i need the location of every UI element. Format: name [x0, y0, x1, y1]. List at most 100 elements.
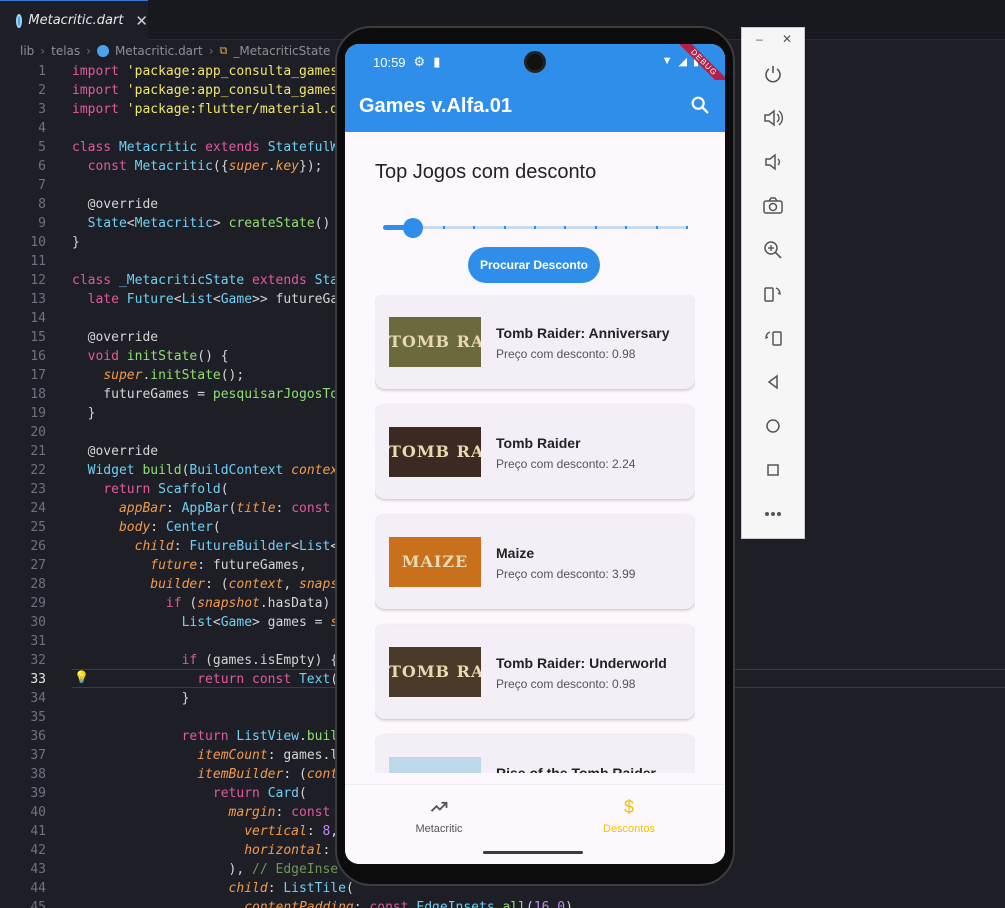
breadcrumb-folder-telas[interactable]: telas [51, 44, 80, 58]
code-token: contex [291, 463, 339, 478]
code-token: import [72, 64, 127, 79]
chevron-right-icon: › [40, 44, 46, 58]
rotate-right-button[interactable] [759, 324, 787, 352]
code-token: child [228, 881, 268, 896]
code-token: contentPadding [244, 900, 354, 908]
code-token: class [72, 273, 119, 288]
code-token: > games = [252, 615, 331, 630]
minimize-button[interactable]: – [756, 32, 763, 46]
volume-down-button[interactable] [759, 148, 787, 176]
game-thumbnail: TOMB RAIDER [389, 427, 481, 477]
code-token: itemCount [197, 748, 268, 763]
rotate-left-button[interactable] [759, 280, 787, 308]
code-token: Card [267, 786, 299, 801]
discount-slider[interactable] [383, 218, 688, 238]
code-token: . [299, 729, 307, 744]
code-token: _MetacriticState [118, 273, 253, 288]
game-card[interactable]: Rise of the Tomb Raider [375, 735, 695, 773]
code-token: late [87, 292, 127, 307]
line-number: 17 [30, 368, 46, 383]
code-token: State [87, 216, 127, 231]
game-price: Preço com desconto: 0.98 [496, 677, 636, 691]
editor-tab[interactable]: Metacritic.dart ✕ [0, 0, 148, 40]
nav-item-descontos[interactable]: $ Descontos [559, 797, 699, 835]
breadcrumb-file[interactable]: Metacritic.dart [115, 44, 203, 58]
slider-tick [655, 226, 658, 229]
search-discount-button[interactable]: Procurar Desconto [468, 247, 600, 283]
back-button[interactable] [759, 368, 787, 396]
code-token: snapshot [197, 596, 260, 611]
slider-tick [442, 226, 445, 229]
home-indicator[interactable] [483, 851, 583, 854]
code-token: pesquisarJogosTo [212, 387, 339, 402]
code-token: < [291, 539, 299, 554]
breadcrumb-symbol[interactable]: _MetacriticState [233, 44, 330, 58]
code-token: ListView [236, 729, 299, 744]
nav-item-metacritic[interactable]: Metacritic [369, 797, 509, 835]
game-card[interactable]: TOMB RAIDER Tomb Raider: Underworld Preço … [375, 625, 695, 719]
game-title: Tomb Raider [496, 435, 581, 451]
home-button[interactable] [759, 412, 787, 440]
code-token: @override [72, 330, 159, 345]
code-token: cont [306, 767, 339, 782]
slider-tick [594, 226, 597, 229]
code-token: . [494, 900, 503, 908]
code-token: return [181, 729, 237, 744]
code-token: FutureBuilder [189, 539, 292, 554]
games-list[interactable]: TOMB RAIDER Tomb Raider: Anniversary Preço… [375, 295, 695, 773]
code-token: : [306, 824, 323, 839]
code-token: appBar [118, 501, 166, 516]
line-number: 32 [30, 653, 46, 668]
line-number: 28 [30, 577, 46, 592]
close-button[interactable]: ✕ [782, 32, 792, 46]
code-token: ( [525, 900, 534, 908]
game-card[interactable]: TOMB RAIDER Tomb Raider Preço com desconto… [375, 405, 695, 499]
game-card[interactable]: TOMB RAIDER Tomb Raider: Anniversary Preço… [375, 295, 695, 389]
emulator-toolbar: – ✕ [741, 27, 805, 539]
code-token: all [502, 900, 526, 908]
breadcrumb-folder-lib[interactable]: lib [20, 44, 34, 58]
more-button[interactable] [759, 500, 787, 528]
code-token: Center [165, 520, 213, 535]
class-symbol-icon: ⧉ [219, 44, 228, 57]
line-number: 8 [38, 197, 46, 212]
game-card[interactable]: MAIZE Maize Preço com desconto: 3.99 [375, 515, 695, 609]
code-token: buil [306, 729, 339, 744]
code-token: AppBar [181, 501, 229, 516]
code-token: return [212, 786, 268, 801]
rotate-left-icon [764, 287, 781, 302]
line-number: 38 [30, 767, 46, 782]
close-tab-icon[interactable]: ✕ [135, 12, 148, 30]
volume-up-button[interactable] [759, 104, 787, 132]
power-button[interactable] [759, 60, 787, 88]
game-price: Preço com desconto: 0.98 [496, 347, 636, 361]
search-icon[interactable] [689, 94, 711, 116]
code-token: ( [212, 520, 221, 535]
line-number: 42 [30, 843, 46, 858]
code-token: : [165, 501, 182, 516]
line-number: 33 [30, 672, 46, 687]
nav-label-metacritic: Metacritic [415, 823, 463, 835]
code-token: import [72, 83, 127, 98]
screenshot-button[interactable] [759, 192, 787, 220]
code-token: initState [126, 349, 198, 364]
line-number: 36 [30, 729, 46, 744]
zoom-button[interactable] [759, 236, 787, 264]
overview-button[interactable] [759, 456, 787, 484]
code-token: Metacritic [134, 216, 213, 231]
line-number: 31 [30, 634, 46, 649]
code-line: contentPadding: const EdgeInsets.all(16.… [72, 898, 1005, 908]
slider-tick [534, 226, 536, 229]
phone-screen: 10:59 ⚙ ▮ ▼ ◢ ▮ DEBUG Games v.Alfa.01 To… [345, 44, 725, 864]
code-token: > [212, 216, 229, 231]
code-token: }); [299, 159, 323, 174]
code-token: List [299, 539, 331, 554]
